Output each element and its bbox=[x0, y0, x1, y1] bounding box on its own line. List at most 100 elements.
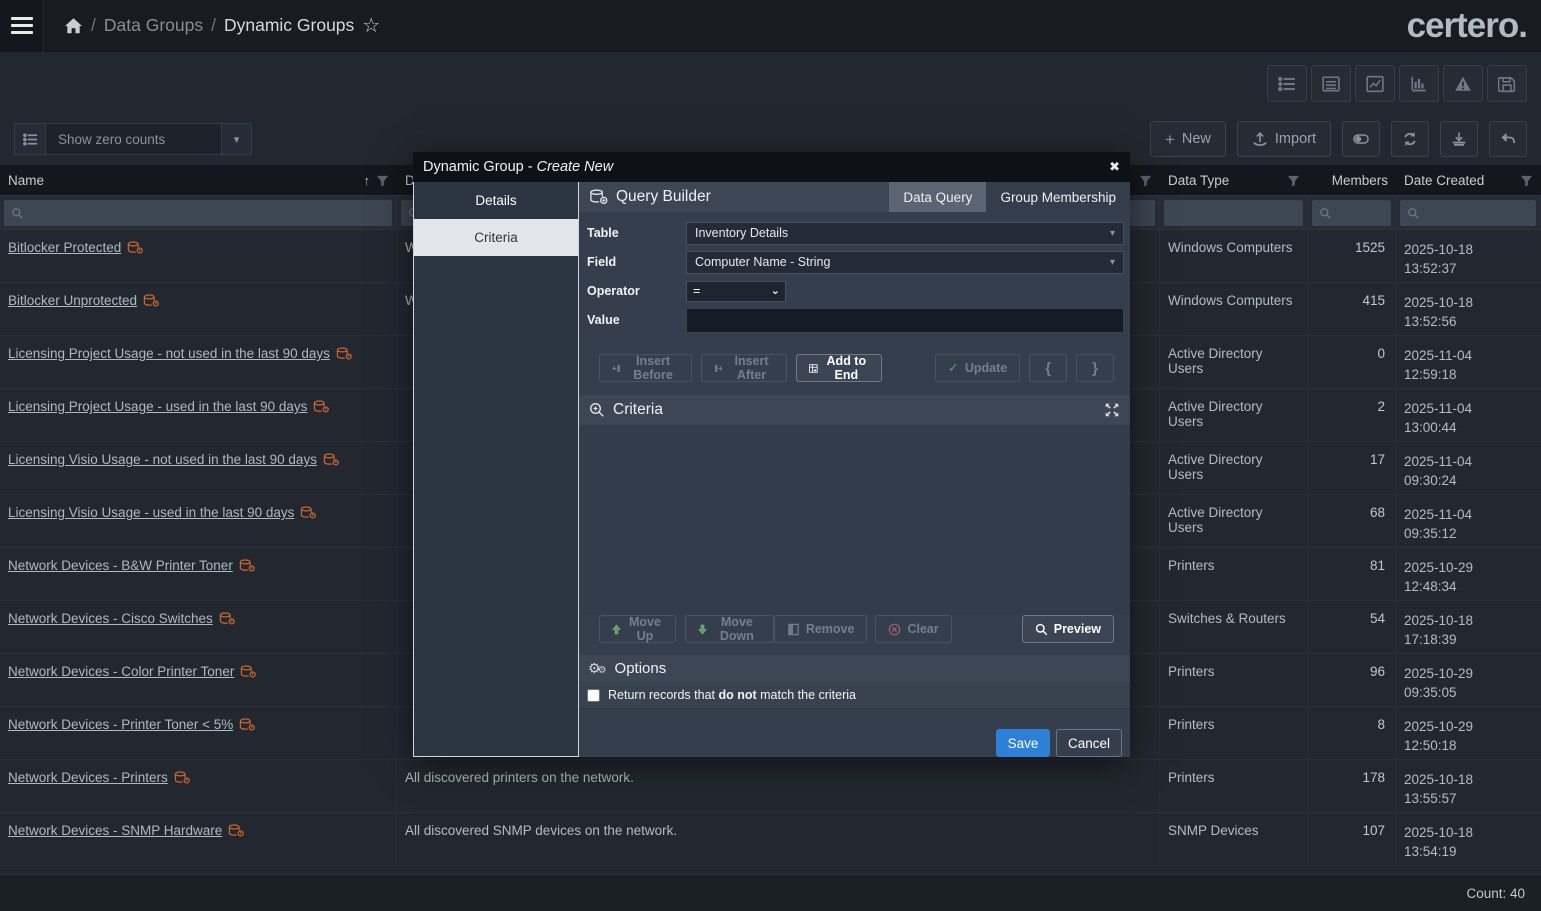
group-date-created: 2025-10-2909:35:05 bbox=[1396, 654, 1541, 706]
group-name-link[interactable]: Bitlocker Unprotected bbox=[8, 293, 137, 308]
group-members-count: 415 bbox=[1308, 283, 1396, 335]
app-logo: certero. bbox=[1407, 6, 1527, 46]
group-members-count: 2 bbox=[1308, 389, 1396, 441]
insert-before-button[interactable]: Insert Before bbox=[599, 354, 692, 382]
group-name-link[interactable]: Licensing Project Usage - used in the la… bbox=[8, 399, 307, 414]
zero-counts-control[interactable]: Show zero counts ▾ bbox=[14, 123, 252, 155]
warning-icon[interactable] bbox=[1443, 65, 1483, 102]
list-filter-icon[interactable] bbox=[14, 123, 46, 155]
search-icon bbox=[1319, 207, 1332, 220]
column-header-date-created[interactable]: Date Created bbox=[1396, 165, 1541, 195]
group-members-count: 96 bbox=[1308, 654, 1396, 706]
group-name-link[interactable]: Network Devices - Printers bbox=[8, 770, 168, 785]
refresh-icon[interactable] bbox=[1391, 121, 1429, 157]
cancel-button[interactable]: Cancel bbox=[1056, 729, 1122, 757]
group-data-type: Active Directory Users bbox=[1160, 442, 1308, 494]
breadcrumb: / Data Groups / Dynamic Groups ☆ bbox=[64, 13, 380, 38]
group-data-type: Printers bbox=[1160, 654, 1308, 706]
filter-funnel-icon[interactable] bbox=[1287, 174, 1300, 187]
name-filter-input[interactable] bbox=[4, 200, 392, 226]
home-icon[interactable] bbox=[64, 17, 83, 35]
group-name-link[interactable]: Network Devices - Printer Toner < 5% bbox=[8, 717, 233, 732]
favorite-star-icon[interactable]: ☆ bbox=[362, 13, 380, 38]
criteria-title: Criteria bbox=[613, 401, 663, 419]
operator-select[interactable]: = bbox=[686, 281, 786, 302]
close-brace-button[interactable]: } bbox=[1076, 354, 1114, 382]
zero-counts-dropdown-icon[interactable]: ▾ bbox=[222, 123, 252, 155]
breadcrumb-separator: / bbox=[91, 15, 96, 36]
group-name-link[interactable]: Network Devices - SNMP Hardware bbox=[8, 823, 222, 838]
group-description: All discovered SNMP devices on the netwo… bbox=[397, 813, 1160, 865]
table-select[interactable]: Inventory Details ▾ bbox=[686, 222, 1124, 245]
group-name-link[interactable]: Licensing Project Usage - not used in th… bbox=[8, 346, 330, 361]
criteria-action-buttons: Move Up Move Down Remove Clear bbox=[579, 615, 1130, 643]
search-icon bbox=[1035, 623, 1048, 636]
group-members-count: 107 bbox=[1308, 813, 1396, 865]
menu-icon[interactable] bbox=[0, 0, 44, 52]
tab-group-membership[interactable]: Group Membership bbox=[986, 182, 1130, 212]
row-count-label: Count: 40 bbox=[1466, 886, 1525, 901]
value-input[interactable] bbox=[686, 308, 1124, 333]
data-type-filter-input[interactable] bbox=[1164, 200, 1303, 226]
open-brace-button[interactable]: { bbox=[1029, 354, 1067, 382]
preview-button[interactable]: Preview bbox=[1022, 615, 1114, 643]
tab-data-query[interactable]: Data Query bbox=[889, 182, 986, 212]
undo-icon[interactable] bbox=[1489, 121, 1527, 157]
table-row: Network Devices - SNMP Hardware All disc… bbox=[0, 813, 1541, 866]
add-to-end-icon bbox=[809, 362, 818, 375]
group-name-link[interactable]: Network Devices - Color Printer Toner bbox=[8, 664, 234, 679]
download-icon[interactable] bbox=[1440, 121, 1478, 157]
insert-after-button[interactable]: Insert After bbox=[701, 354, 787, 382]
add-to-end-button[interactable]: Add to End bbox=[796, 354, 882, 382]
column-header-members[interactable]: Members bbox=[1308, 165, 1396, 195]
nav-tab-details[interactable]: Details bbox=[414, 182, 578, 219]
invert-match-checkbox[interactable] bbox=[587, 689, 600, 702]
group-data-type: Printers bbox=[1160, 760, 1308, 812]
upload-icon bbox=[1252, 131, 1268, 147]
clear-button[interactable]: Clear bbox=[875, 615, 951, 643]
save-view-icon[interactable] bbox=[1487, 65, 1527, 102]
group-data-type: Printers bbox=[1160, 707, 1308, 759]
import-button[interactable]: Import bbox=[1237, 121, 1331, 157]
zoom-in-icon bbox=[589, 402, 605, 418]
filter-funnel-icon[interactable] bbox=[1139, 174, 1152, 187]
db-warning-icon bbox=[174, 771, 190, 787]
group-name-link[interactable]: Bitlocker Protected bbox=[8, 240, 121, 255]
column-header-data-type[interactable]: Data Type bbox=[1160, 165, 1308, 195]
date-created-filter-input[interactable] bbox=[1400, 200, 1536, 226]
breadcrumb-separator: / bbox=[211, 15, 216, 36]
filter-funnel-icon[interactable] bbox=[1520, 174, 1533, 187]
modal-title-bar: Dynamic Group - Create New ✖ bbox=[413, 152, 1130, 182]
list-view-icon[interactable] bbox=[1267, 65, 1307, 102]
move-up-button[interactable]: Move Up bbox=[599, 615, 676, 643]
group-name-link[interactable]: Network Devices - B&W Printer Toner bbox=[8, 558, 233, 573]
group-members-count: 68 bbox=[1308, 495, 1396, 547]
table-view-icon[interactable] bbox=[1311, 65, 1351, 102]
group-name-link[interactable]: Network Devices - Cisco Switches bbox=[8, 611, 213, 626]
options-title: Options bbox=[615, 660, 667, 677]
new-button[interactable]: + New bbox=[1150, 121, 1226, 157]
expand-icon[interactable] bbox=[1104, 402, 1120, 418]
toggle-visibility-icon[interactable] bbox=[1342, 121, 1380, 157]
update-button[interactable]: ✓ Update bbox=[935, 354, 1020, 382]
field-select[interactable]: Computer Name - String ▾ bbox=[686, 251, 1124, 274]
remove-button[interactable]: Remove bbox=[774, 615, 868, 643]
breadcrumb-section[interactable]: Data Groups bbox=[104, 15, 203, 36]
move-down-button[interactable]: Move Down bbox=[685, 615, 774, 643]
sort-ascending-icon[interactable]: ↑ bbox=[364, 173, 371, 188]
check-icon: ✓ bbox=[948, 360, 959, 376]
top-header: / Data Groups / Dynamic Groups ☆ certero… bbox=[0, 0, 1541, 52]
column-header-name[interactable]: Name ↑ bbox=[0, 165, 397, 195]
nav-tab-criteria[interactable]: Criteria bbox=[414, 219, 578, 256]
filter-funnel-icon[interactable] bbox=[376, 174, 389, 187]
group-data-type: Active Directory Users bbox=[1160, 336, 1308, 388]
members-filter-input[interactable] bbox=[1312, 200, 1391, 226]
group-name-link[interactable]: Licensing Visio Usage - not used in the … bbox=[8, 452, 317, 467]
save-button[interactable]: Save bbox=[996, 729, 1050, 757]
criteria-empty-area bbox=[579, 425, 1130, 615]
line-chart-icon[interactable] bbox=[1355, 65, 1395, 102]
bar-chart-icon[interactable] bbox=[1399, 65, 1439, 102]
group-name-link[interactable]: Licensing Visio Usage - used in the last… bbox=[8, 505, 294, 520]
close-icon[interactable]: ✖ bbox=[1109, 159, 1120, 175]
value-label: Value bbox=[587, 313, 686, 327]
